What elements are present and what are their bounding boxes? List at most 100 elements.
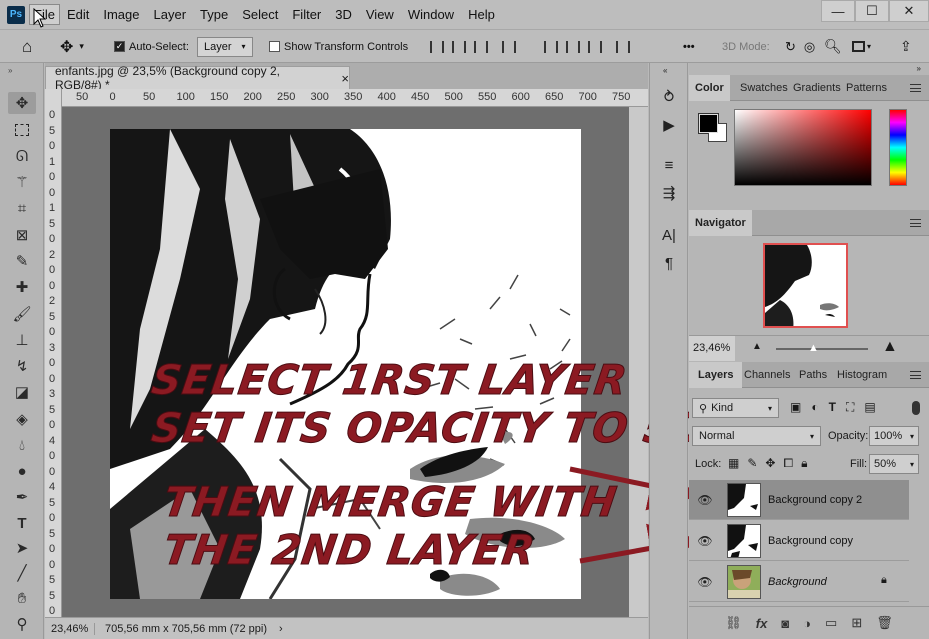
document-tab[interactable]: enfants.jpg @ 23,5% (Background copy 2, …	[45, 64, 350, 92]
layer-row-background[interactable]: 👁︎ Background 🔒︎	[689, 562, 909, 602]
lock-position-icon[interactable]: ✥	[765, 456, 775, 471]
dodge-tool-icon[interactable]: ●	[8, 460, 36, 482]
zoom-out-icon[interactable]: ▲	[752, 341, 762, 352]
lock-pixels-icon[interactable]: ✎	[747, 456, 757, 471]
align-left-icon[interactable]	[430, 40, 444, 53]
collapse-dock-icon[interactable]: «	[663, 66, 667, 75]
tab-swatches[interactable]: Swatches	[734, 75, 794, 101]
filter-shape-icon[interactable]: ⛶	[846, 400, 854, 415]
menu-edit[interactable]: Edit	[60, 0, 96, 29]
menu-help[interactable]: Help	[461, 0, 502, 29]
eyedropper-tool-icon[interactable]: ✎	[8, 250, 36, 272]
tab-gradients[interactable]: Gradients	[787, 75, 847, 101]
menu-3d[interactable]: 3D	[328, 0, 359, 29]
history-panel-icon[interactable]: ⥁	[657, 87, 681, 107]
tab-navigator[interactable]: Navigator	[689, 210, 752, 236]
layer-name[interactable]: Background	[768, 576, 827, 588]
trash-icon[interactable]: 🗑︎	[876, 615, 893, 631]
home-icon[interactable]: ⌂	[22, 30, 32, 63]
hue-slider[interactable]	[889, 109, 907, 186]
tab-histogram[interactable]: Histogram	[831, 362, 893, 388]
foreground-color-front[interactable]	[699, 114, 718, 133]
filter-type-icon[interactable]: T	[829, 400, 836, 415]
mask-icon[interactable]: ◙	[781, 616, 789, 631]
color-picker-field[interactable]	[734, 109, 872, 186]
more-options-button[interactable]: •••	[683, 30, 695, 63]
move-tool-preset-icon[interactable]: ✥ ▾	[60, 30, 84, 63]
brush-settings-icon[interactable]: ≡	[657, 155, 681, 175]
share-icon[interactable]: ⇪	[900, 30, 912, 63]
menu-type[interactable]: Type	[193, 0, 235, 29]
zoom-tool-icon[interactable]: ⚲	[8, 613, 36, 635]
search-icon[interactable]: 🔍︎	[824, 30, 842, 63]
tab-patterns[interactable]: Patterns	[840, 75, 893, 101]
auto-select-checkbox[interactable]: ✓	[114, 41, 125, 52]
eraser-tool-icon[interactable]: ◪	[8, 381, 36, 403]
navigator-thumbnail[interactable]	[763, 243, 848, 328]
new-layer-icon[interactable]: ⊞	[851, 615, 862, 631]
hand-tool-icon[interactable]: ✋︎	[8, 587, 36, 609]
visibility-eye-icon[interactable]: 👁︎	[693, 534, 717, 548]
paragraph-panel-icon[interactable]: ¶	[657, 253, 681, 273]
workspace-icon[interactable]: ▾	[852, 30, 871, 63]
blur-tool-icon[interactable]: 💧︎	[8, 434, 36, 456]
close-window-button[interactable]: ✕	[889, 0, 929, 22]
panel-menu-icon[interactable]	[910, 219, 921, 227]
minimize-button[interactable]: —	[821, 0, 855, 22]
crop-tool-icon[interactable]: ⌗	[8, 197, 36, 219]
link-icon[interactable]: ⛓︎	[725, 615, 742, 631]
tab-channels[interactable]: Channels	[738, 362, 796, 388]
filter-pixel-icon[interactable]: ▣	[790, 400, 801, 415]
fx-icon[interactable]: fx	[756, 616, 768, 631]
align-bottom-icon[interactable]	[588, 40, 602, 53]
actions-panel-icon[interactable]: ▶	[657, 115, 681, 135]
lock-artboard-icon[interactable]: ⧠	[783, 456, 793, 471]
collapse-panels-icon[interactable]: »	[917, 64, 921, 73]
fill-input[interactable]: 50% ▾	[869, 454, 919, 474]
maximize-button[interactable]: ☐	[855, 0, 889, 22]
clone-stamp-tool-icon[interactable]: ⊥	[8, 329, 36, 351]
layer-filter-dropdown[interactable]: ⚲ Kind ▾	[692, 398, 779, 418]
path-selection-tool-icon[interactable]: ➤	[8, 537, 36, 559]
tab-layers[interactable]: Layers	[689, 362, 743, 388]
menu-layer[interactable]: Layer	[147, 0, 194, 29]
align-right-icon[interactable]	[474, 40, 488, 53]
pen-tool-icon[interactable]: ✒	[8, 486, 36, 508]
align-middle-icon[interactable]	[566, 40, 580, 53]
auto-select-option[interactable]: ✓ Auto-Select:	[114, 30, 189, 63]
panel-menu-icon[interactable]	[910, 371, 921, 379]
properties-panel-icon[interactable]: ⇶	[657, 183, 681, 203]
layer-row-background-copy[interactable]: 👁︎ Background copy	[689, 521, 909, 561]
paint-bucket-tool-icon[interactable]: ◈	[8, 408, 36, 430]
close-tab-icon[interactable]: ×	[341, 71, 349, 86]
zoom-slider[interactable]	[776, 348, 868, 350]
lasso-tool-icon[interactable]: ᘏ	[8, 145, 36, 167]
menu-select[interactable]: Select	[235, 0, 285, 29]
history-brush-tool-icon[interactable]: ↯	[8, 355, 36, 377]
filter-toggle-icon[interactable]	[912, 401, 920, 415]
menu-view[interactable]: View	[359, 0, 401, 29]
status-zoom[interactable]: 23,46%	[45, 622, 95, 635]
frame-tool-icon[interactable]: ⊠	[8, 224, 36, 246]
tab-color[interactable]: Color	[689, 75, 730, 101]
visibility-eye-icon[interactable]: 👁︎	[693, 575, 717, 589]
distribute-icon[interactable]	[502, 40, 516, 53]
menu-filter[interactable]: Filter	[285, 0, 328, 29]
opacity-input[interactable]: 100% ▾	[869, 426, 919, 446]
auto-select-target-dropdown[interactable]: Layer ▾	[197, 30, 253, 63]
menu-image[interactable]: Image	[96, 0, 146, 29]
show-transform-option[interactable]: Show Transform Controls	[269, 30, 408, 63]
menu-window[interactable]: Window	[401, 0, 461, 29]
tab-paths[interactable]: Paths	[793, 362, 833, 388]
magic-wand-tool-icon[interactable]: ⚚	[8, 171, 36, 193]
show-transform-checkbox[interactable]	[269, 41, 280, 52]
line-tool-icon[interactable]: ╱	[8, 562, 36, 584]
orbit-3d-icon[interactable]: ↻	[785, 39, 796, 55]
brush-tool-icon[interactable]: 🖌︎	[8, 303, 36, 325]
blend-mode-dropdown[interactable]: Normal ▾	[692, 426, 821, 446]
zoom-slider-handle-icon[interactable]: ▲	[808, 342, 819, 354]
panel-menu-icon[interactable]	[910, 84, 921, 92]
lock-all-icon[interactable]: 🔒︎	[801, 456, 807, 471]
zoom-in-icon[interactable]: ▲	[882, 338, 898, 356]
healing-brush-tool-icon[interactable]: ✚	[8, 276, 36, 298]
